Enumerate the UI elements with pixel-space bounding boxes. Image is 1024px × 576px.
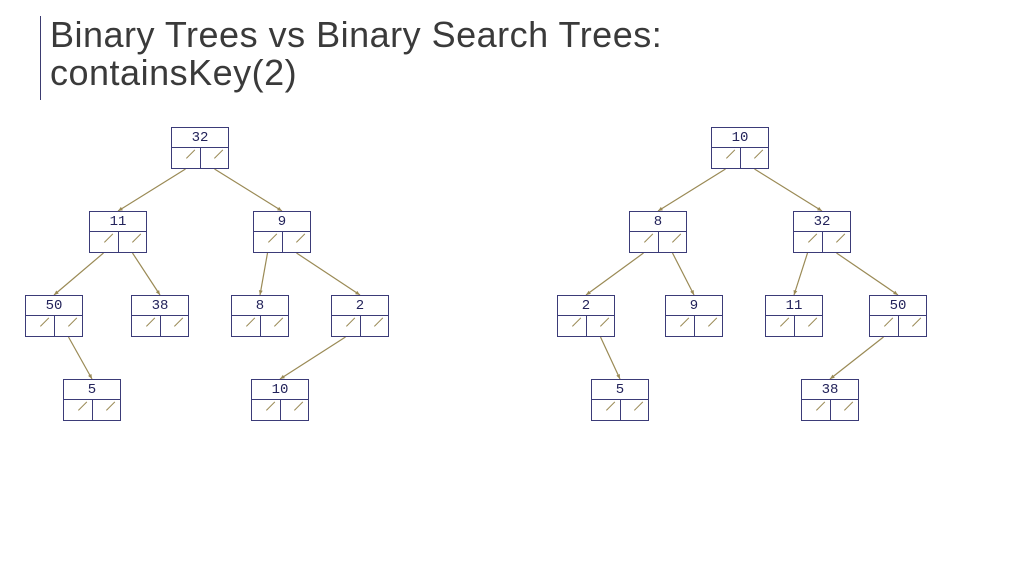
tree-node-5: 5 — [63, 379, 121, 421]
node-value: 50 — [870, 296, 926, 316]
node-value: 10 — [712, 128, 768, 148]
ptr-right — [659, 232, 687, 252]
tree-node-50: 50 — [25, 295, 83, 337]
tree-node-2: 2 — [331, 295, 389, 337]
ptr-left — [766, 316, 795, 336]
tree-node-9: 9 — [253, 211, 311, 253]
ptr-left — [666, 316, 695, 336]
ptr-left — [802, 400, 831, 420]
ptr-right — [621, 400, 649, 420]
ptr-right — [281, 400, 309, 420]
node-value: 11 — [766, 296, 822, 316]
ptr-left — [172, 148, 201, 168]
node-value: 8 — [232, 296, 288, 316]
node-value: 9 — [666, 296, 722, 316]
node-value: 38 — [802, 380, 858, 400]
ptr-left — [630, 232, 659, 252]
tree-node-50: 50 — [869, 295, 927, 337]
tree-node-32: 32 — [793, 211, 851, 253]
tree-node-10: 10 — [711, 127, 769, 169]
node-value: 32 — [794, 212, 850, 232]
tree-node-38: 38 — [131, 295, 189, 337]
tree-node-9: 9 — [665, 295, 723, 337]
ptr-left — [90, 232, 119, 252]
ptr-left — [592, 400, 621, 420]
ptr-left — [252, 400, 281, 420]
ptr-left — [794, 232, 823, 252]
ptr-left — [558, 316, 587, 336]
ptr-left — [232, 316, 261, 336]
ptr-right — [261, 316, 289, 336]
ptr-right — [823, 232, 851, 252]
ptr-right — [899, 316, 927, 336]
ptr-left — [870, 316, 899, 336]
ptr-right — [283, 232, 311, 252]
tree-node-10: 10 — [251, 379, 309, 421]
tree-node-11: 11 — [765, 295, 823, 337]
ptr-right — [831, 400, 859, 420]
ptr-left — [64, 400, 93, 420]
ptr-left — [132, 316, 161, 336]
tree-node-2: 2 — [557, 295, 615, 337]
ptr-right — [119, 232, 147, 252]
ptr-left — [712, 148, 741, 168]
ptr-right — [161, 316, 189, 336]
title-line-1: Binary Trees vs Binary Search Trees: — [50, 16, 994, 54]
node-value: 9 — [254, 212, 310, 232]
tree-node-32: 32 — [171, 127, 229, 169]
tree-node-38: 38 — [801, 379, 859, 421]
node-value: 5 — [64, 380, 120, 400]
node-value: 2 — [332, 296, 388, 316]
title-accent-line — [40, 16, 41, 100]
tree-diagram-area: 32 11 9 50 38 8 2 5 10 10 8 32 2 9 11 50 5 38 — [0, 120, 1024, 570]
tree-node-8: 8 — [231, 295, 289, 337]
ptr-right — [741, 148, 769, 168]
node-value: 38 — [132, 296, 188, 316]
ptr-right — [587, 316, 615, 336]
ptr-right — [695, 316, 723, 336]
title-line-2: containsKey(2) — [50, 54, 994, 92]
tree-node-8: 8 — [629, 211, 687, 253]
tree-node-5: 5 — [591, 379, 649, 421]
ptr-right — [795, 316, 823, 336]
ptr-left — [332, 316, 361, 336]
node-value: 11 — [90, 212, 146, 232]
node-value: 50 — [26, 296, 82, 316]
ptr-left — [26, 316, 55, 336]
node-value: 10 — [252, 380, 308, 400]
tree-edges — [0, 120, 1024, 570]
tree-node-11: 11 — [89, 211, 147, 253]
ptr-right — [361, 316, 389, 336]
node-value: 8 — [630, 212, 686, 232]
ptr-right — [93, 400, 121, 420]
page-title: Binary Trees vs Binary Search Trees: con… — [50, 16, 994, 92]
ptr-right — [201, 148, 229, 168]
ptr-left — [254, 232, 283, 252]
node-value: 5 — [592, 380, 648, 400]
node-value: 32 — [172, 128, 228, 148]
ptr-right — [55, 316, 83, 336]
node-value: 2 — [558, 296, 614, 316]
